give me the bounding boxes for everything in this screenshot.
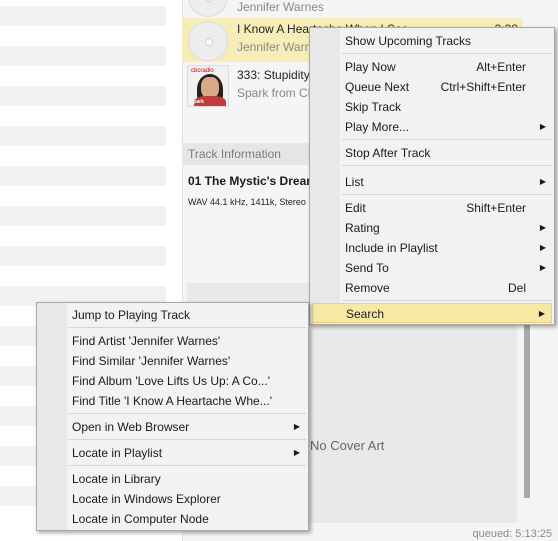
menu-item-label: Locate in Playlist: [72, 446, 163, 460]
chevron-right-icon: ▶: [539, 223, 546, 232]
menu-item-locate-library[interactable]: Locate in Library: [39, 469, 306, 489]
menu-item-label: Include in Playlist: [345, 241, 438, 255]
menu-item-find-album[interactable]: Find Album 'Love Lifts Us Up: A Co...': [39, 371, 306, 391]
menu-separator: [69, 465, 306, 466]
menu-item-label: Jump to Playing Track: [72, 308, 191, 322]
menu-item-play-now[interactable]: Play Now Alt+Enter: [312, 57, 552, 77]
chevron-right-icon: ▶: [293, 422, 300, 431]
chevron-right-icon: ▶: [538, 309, 545, 318]
context-menu: Show Upcoming Tracks Play Now Alt+Enter Q…: [309, 27, 555, 325]
menu-item-label: Send To: [345, 261, 389, 275]
menu-separator: [342, 165, 552, 166]
menu-item-jump-playing[interactable]: Jump to Playing Track: [39, 305, 306, 325]
no-cover-label: No Cover Art: [310, 438, 385, 453]
menu-item-label: Find Title 'I Know A Heartache Whe...': [72, 394, 273, 408]
menu-item-label: Find Album 'Love Lifts Us Up: A Co...': [72, 374, 271, 388]
shortcut-label: Alt+Enter: [476, 60, 526, 74]
menu-item-find-similar[interactable]: Find Similar 'Jennifer Warnes': [39, 351, 306, 371]
menu-item-label: Queue Next: [345, 80, 410, 94]
list-row[interactable]: [0, 126, 166, 146]
list-row[interactable]: [0, 166, 166, 186]
chevron-right-icon: ▶: [539, 243, 546, 252]
menu-item-label: Stop After Track: [345, 146, 431, 160]
menu-item-locate-explorer[interactable]: Locate in Windows Explorer: [39, 489, 306, 509]
list-row[interactable]: [0, 206, 166, 226]
menu-item-show-upcoming[interactable]: Show Upcoming Tracks: [312, 31, 552, 51]
menu-item-remove[interactable]: Remove Del: [312, 278, 552, 298]
menu-item-skip-track[interactable]: Skip Track: [312, 97, 552, 117]
menu-item-label: Find Similar 'Jennifer Warnes': [72, 354, 231, 368]
menu-item-label: Skip Track: [345, 100, 402, 114]
menu-item-label: Open in Web Browser: [72, 420, 190, 434]
podcast-art: cbcradio Spark: [187, 65, 229, 107]
chevron-right-icon: ▶: [539, 263, 546, 272]
disc-icon: [188, 0, 228, 17]
list-row[interactable]: [0, 246, 166, 266]
menu-item-label: Play Now: [345, 60, 396, 74]
menu-item-play-more[interactable]: Play More... ▶: [312, 117, 552, 137]
chevron-right-icon: ▶: [293, 448, 300, 457]
menu-item-label: Locate in Windows Explorer: [72, 492, 221, 506]
search-submenu: Jump to Playing Track Find Artist 'Jenni…: [36, 302, 309, 531]
chevron-right-icon: ▶: [539, 177, 546, 186]
menu-item-rating[interactable]: Rating ▶: [312, 218, 552, 238]
menu-separator: [342, 300, 552, 301]
menu-item-search[interactable]: Search ▶: [312, 303, 552, 323]
menu-item-locate-node[interactable]: Locate in Computer Node: [39, 509, 306, 529]
menu-item-send-to[interactable]: Send To ▶: [312, 258, 552, 278]
menu-separator: [342, 139, 552, 140]
track-info-title: 01 The Mystic's Dream: [188, 174, 317, 188]
menu-item-edit[interactable]: Edit Shift+Enter: [312, 198, 552, 218]
menu-item-label: List: [345, 175, 364, 189]
podcast-show-logo: Spark: [190, 99, 204, 105]
menu-item-list[interactable]: List ▶: [312, 172, 552, 192]
menu-item-stop-after[interactable]: Stop After Track: [312, 143, 552, 163]
menu-separator: [342, 53, 552, 54]
menu-item-open-web[interactable]: Open in Web Browser ▶: [39, 417, 306, 437]
track-info-format: WAV 44.1 kHz, 1411k, Stereo: [188, 197, 306, 207]
menu-separator: [69, 439, 306, 440]
menu-item-label: Play More...: [345, 120, 410, 134]
list-row[interactable]: [0, 86, 166, 106]
track-info-header: Track Information: [182, 143, 309, 165]
list-row[interactable]: [0, 46, 166, 66]
menu-item-label: Show Upcoming Tracks: [345, 34, 472, 48]
menu-item-include-playlist[interactable]: Include in Playlist ▶: [312, 238, 552, 258]
shortcut-label: Shift+Enter: [466, 201, 526, 215]
shortcut-label: Ctrl+Shift+Enter: [440, 80, 526, 94]
menu-item-label: Remove: [345, 281, 390, 295]
menu-item-label: Locate in Library: [72, 472, 161, 486]
queue-status: queued: 5:13:25: [472, 528, 552, 540]
menu-item-queue-next[interactable]: Queue Next Ctrl+Shift+Enter: [312, 77, 552, 97]
menu-item-locate-playlist[interactable]: Locate in Playlist ▶: [39, 443, 306, 463]
track-artist: Jennifer Warnes: [237, 0, 324, 14]
menu-item-label: Edit: [345, 201, 366, 215]
list-row[interactable]: [0, 6, 166, 26]
menu-item-label: Search: [346, 307, 385, 321]
disc-icon: [188, 21, 228, 61]
menu-item-label: Find Artist 'Jennifer Warnes': [72, 334, 221, 348]
menu-item-label: Locate in Computer Node: [72, 512, 209, 526]
shortcut-label: Del: [507, 281, 526, 295]
menu-item-find-artist[interactable]: Find Artist 'Jennifer Warnes': [39, 331, 306, 351]
menu-item-label: Rating: [345, 221, 380, 235]
chevron-right-icon: ▶: [539, 122, 546, 131]
menu-item-find-title[interactable]: Find Title 'I Know A Heartache Whe...': [39, 391, 306, 411]
menu-separator: [342, 194, 552, 195]
track-row[interactable]: Jennifer Warnes: [182, 0, 522, 18]
track-title: 333: Stupidity: [237, 68, 310, 82]
menu-separator: [69, 327, 306, 328]
menu-separator: [69, 413, 306, 414]
